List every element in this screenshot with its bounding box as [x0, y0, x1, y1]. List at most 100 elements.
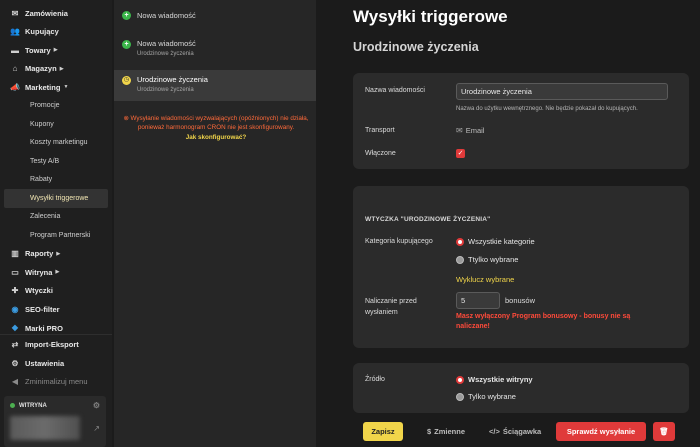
- plus-icon: +: [122, 40, 131, 49]
- users-icon: 👥: [10, 27, 20, 37]
- nav-marketing-label: Marketing: [25, 82, 61, 92]
- sub-discounts[interactable]: Rabaty: [0, 171, 108, 190]
- sub-promotions[interactable]: Promocje: [0, 97, 108, 116]
- nav-reports[interactable]: ▥ Raporty ▶: [0, 245, 112, 264]
- storefront-box: WITRYNA ⚙ ↗: [4, 396, 106, 447]
- nav-storefront-label: Witryna: [25, 267, 53, 277]
- sub-coupons[interactable]: Kupony: [0, 115, 108, 134]
- sub-marketing-costs[interactable]: Koszty marketingu: [0, 134, 108, 153]
- warehouse-icon: ⌂: [12, 64, 18, 74]
- bonus-warning: Masz wyłączony Program bonusowy - bonusy…: [456, 312, 630, 332]
- trash-icon: 🗑: [659, 427, 669, 436]
- message-name-input[interactable]: Urodzinowe życzenia: [456, 83, 668, 100]
- nav-plugins-label: Wtyczki: [25, 286, 53, 296]
- status-dot-icon: [10, 403, 15, 408]
- nav-settings-label: Ustawienia: [25, 358, 65, 368]
- sidebar: ✉ Zamówienia 👥 Kupujący ▬ Towary ▶ ⌂ Mag…: [0, 0, 112, 447]
- bonus-label-line1: Naliczanie przed: [365, 298, 417, 305]
- enabled-checkbox[interactable]: ✓: [456, 149, 465, 158]
- cron-setup-link[interactable]: Jak skonfigurować?: [122, 133, 310, 142]
- enabled-label: Włączone: [365, 150, 396, 157]
- check-send-button[interactable]: Sprawdź wysyłanie: [556, 422, 646, 441]
- radio-selected-categories[interactable]: Ttylko wybrane: [456, 255, 518, 264]
- dollar-icon: $: [427, 427, 432, 436]
- delete-button[interactable]: 🗑: [653, 422, 675, 441]
- message-settings-card: Nazwa wiadomości Urodzinowe życzenia Naz…: [353, 73, 689, 169]
- gear-icon: ⚙: [11, 358, 19, 368]
- sub-ab-tests[interactable]: Testy A/B: [0, 152, 108, 171]
- bonus-label: Naliczanie przed wysłaniem: [365, 296, 417, 318]
- bonus-amount-input[interactable]: 5: [456, 292, 500, 309]
- radio-selected-sites-label: Tylko wybrane: [468, 392, 516, 401]
- sub-recommendations[interactable]: Zalecenia: [0, 208, 108, 227]
- nav-plugins[interactable]: ✚ Wtyczki: [0, 282, 112, 301]
- action-toolbar: Zapisz $ Zmienne </> Ściągawka Sprawdź wys…: [353, 418, 689, 447]
- radio-all-categories[interactable]: Wszystkie kategorie: [456, 237, 535, 246]
- nav-settings[interactable]: ⚙ Ustawienia: [0, 354, 112, 373]
- cheatsheet-label: Ściągawka: [502, 427, 542, 436]
- category-label: Kategoria kupującego: [365, 238, 433, 245]
- nav-marketing[interactable]: 📣 Marketing ▼: [0, 78, 112, 97]
- nav-orders[interactable]: ✉ Zamówienia: [0, 4, 112, 23]
- gear-icon[interactable]: ⚙: [93, 401, 100, 410]
- nav-storefront[interactable]: ▭ Witryna ▶: [0, 263, 112, 282]
- new-message-birthday-item[interactable]: + Nowa wiadomość Urodzinowe życzenia: [114, 30, 316, 70]
- puzzle-icon: ✚: [11, 286, 19, 296]
- window-icon: ▭: [11, 267, 19, 277]
- storefront-label: WITRYNA: [19, 402, 47, 409]
- globe-icon: ◉: [11, 304, 19, 314]
- nav-products[interactable]: ▬ Towary ▶: [0, 41, 112, 60]
- plugin-heading: WTYCZKA "URODZINOWE ŻYCZENIA": [365, 216, 491, 223]
- code-icon: </>: [489, 427, 500, 436]
- nav-warehouse[interactable]: ⌂ Magazyn ▶: [0, 60, 112, 79]
- exclude-selected-link[interactable]: Wyklucz wybrane: [456, 275, 514, 284]
- radio-all-sites[interactable]: Wszystkie witryny: [456, 375, 533, 384]
- clock-icon: ◷: [122, 76, 131, 85]
- nav-brands-pro[interactable]: ◆ Marki PRO: [0, 319, 112, 333]
- radio-checked-icon: [456, 375, 464, 384]
- new-message-birthday-sub: Urodzinowe życzenia: [137, 51, 194, 57]
- envelope-icon: ✉: [456, 126, 463, 135]
- main-content: Wysyłki triggerowe Urodzinowe życzenia N…: [316, 0, 700, 447]
- chevron-down-icon: ▼: [63, 84, 69, 91]
- selected-message-title: Urodzinowe życzenia: [137, 75, 208, 84]
- chevron-left-icon: ◀: [11, 377, 19, 387]
- chevron-right-icon: ▶: [53, 47, 58, 54]
- chevron-right-icon: ▶: [59, 65, 64, 72]
- variables-button[interactable]: $ Zmienne: [427, 422, 465, 441]
- cron-warning: ⊗ Wysyłanie wiadomości wyzwalających (op…: [122, 114, 310, 142]
- bonus-label-line2: wysłaniem: [365, 309, 398, 316]
- cheatsheet-button[interactable]: </> Ściągawka: [489, 422, 541, 441]
- nav-seo-filter[interactable]: ◉ SEO-filter: [0, 300, 112, 319]
- radio-checked-icon: [456, 237, 464, 246]
- external-link-icon[interactable]: ↗: [93, 424, 100, 433]
- radio-selected-sites[interactable]: Tylko wybrane: [456, 392, 516, 401]
- plus-icon: +: [122, 11, 131, 20]
- selected-message-sub: Urodzinowe życzenia: [137, 87, 194, 93]
- new-message-item[interactable]: + Nowa wiadomość: [114, 0, 316, 30]
- nav-reports-label: Raporty: [25, 249, 54, 259]
- sub-partner-program[interactable]: Program Partnerski: [0, 226, 108, 245]
- selected-message-item[interactable]: ◷ Urodzinowe życzenia Urodzinowe życzeni…: [114, 70, 316, 101]
- nav-brands-pro-label: Marki PRO: [25, 323, 63, 333]
- name-label: Nazwa wiadomości: [365, 87, 425, 94]
- radio-selected-categories-label: Ttylko wybrane: [468, 255, 519, 264]
- radio-all-categories-label: Wszystkie kategorie: [468, 237, 535, 246]
- save-button[interactable]: Zapisz: [363, 422, 403, 441]
- nav-import-export[interactable]: ⇄ Import-Eksport: [0, 336, 112, 355]
- chart-icon: ▥: [11, 249, 19, 259]
- minimize-menu-button[interactable]: ◀ Zminimalizuj menu: [0, 373, 112, 392]
- section-title: Urodzinowe życzenia: [353, 40, 479, 54]
- chevron-right-icon: ▶: [55, 269, 60, 276]
- sub-trigger-mailings[interactable]: Wysyłki triggerowe: [4, 189, 108, 208]
- envelope-icon: ✉: [11, 8, 19, 18]
- tag-icon: ◆: [11, 323, 19, 332]
- source-label: Źródło: [365, 376, 385, 383]
- transport-value-text: Email: [465, 126, 485, 135]
- bonus-unit: bonusów: [505, 296, 536, 305]
- new-message-label: Nowa wiadomość: [137, 10, 196, 20]
- source-card: Źródło Wszystkie witryny Tylko wybrane: [353, 363, 689, 413]
- nav-customers[interactable]: 👥 Kupujący: [0, 23, 112, 42]
- nav-customers-label: Kupujący: [25, 27, 59, 37]
- radio-all-sites-label: Wszystkie witryny: [468, 375, 533, 384]
